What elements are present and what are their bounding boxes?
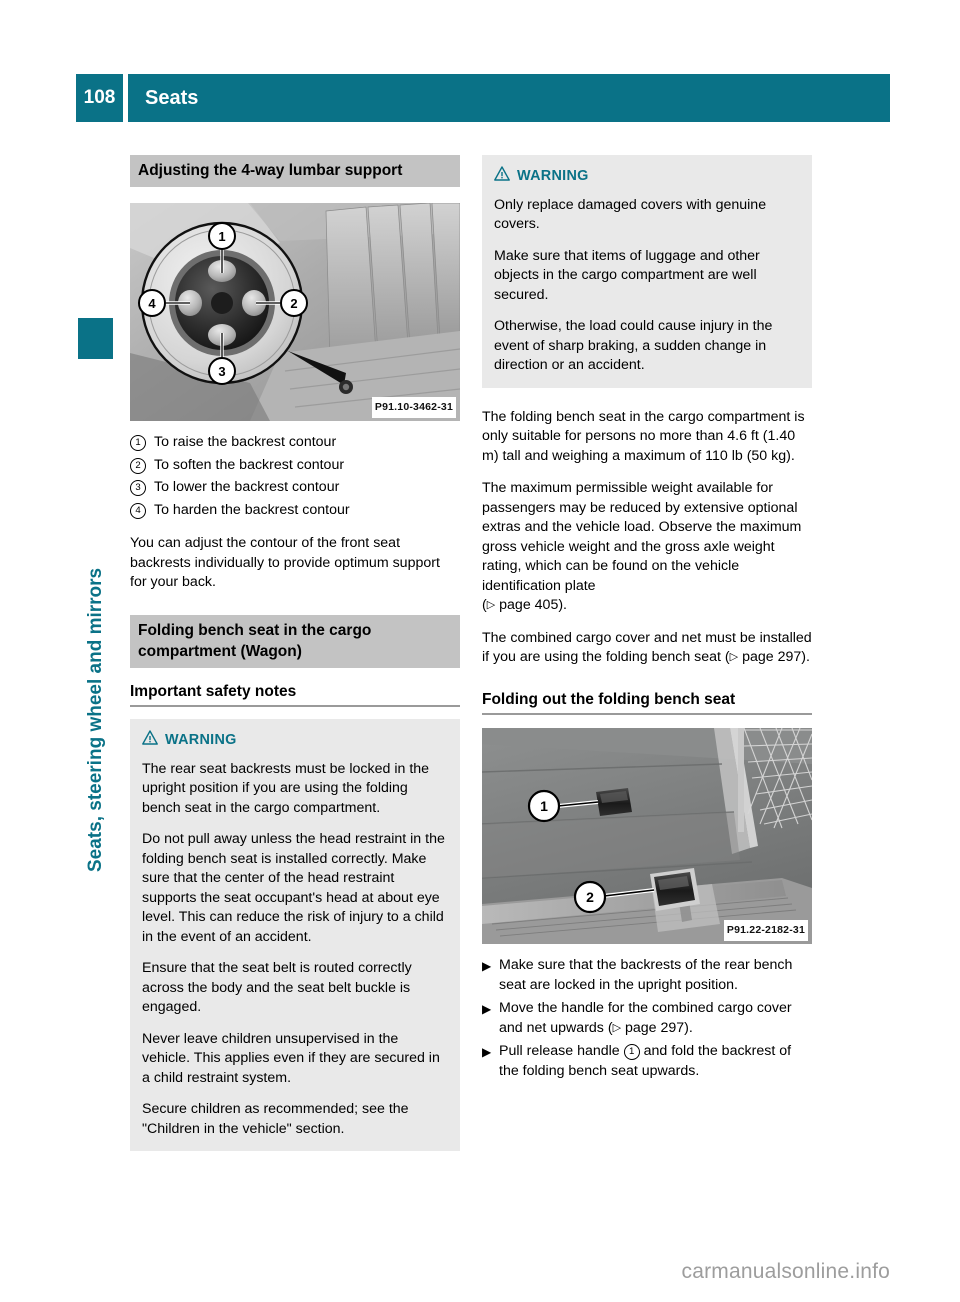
- svg-text:2: 2: [586, 889, 594, 905]
- page-ref-link[interactable]: page 405).: [499, 597, 567, 613]
- warning-title: WARNING: [494, 166, 800, 188]
- step-bullet-icon: ▶: [482, 959, 492, 973]
- left-column: Adjusting the 4-way lumbar support 1 2 3…: [130, 155, 460, 1166]
- page-header: 108 Seats: [76, 74, 890, 122]
- figure-lumbar-support: 1 2 3 4 P91.10-3462-31: [130, 203, 460, 421]
- body-paragraph: The folding bench seat in the cargo comp…: [482, 408, 805, 464]
- callout-number-icon: 1: [623, 1044, 640, 1060]
- instruction-step: ▶ Move the handle for the combined cargo…: [482, 999, 812, 1038]
- page-ref-arrow-icon: ▷: [729, 651, 739, 663]
- step-bullet-icon: ▶: [482, 1002, 492, 1016]
- callout-number-icon: 1: [130, 433, 154, 451]
- body-paragraph-text: The maximum permissible weight available…: [482, 480, 802, 594]
- warning-paragraph: Only replace damaged covers with genuine…: [494, 196, 767, 233]
- instruction-step: ▶ Make sure that the backrests of the re…: [482, 956, 812, 995]
- cargo-compartment-handles-photo: 1 2: [482, 728, 812, 944]
- figure-caption: P91.10-3462-31: [371, 396, 456, 418]
- instruction-step-list: ▶ Make sure that the backrests of the re…: [482, 956, 812, 1081]
- warning-triangle-icon: [142, 730, 158, 752]
- right-column: WARNING Only replace damaged covers with…: [482, 155, 812, 1085]
- warning-triangle-icon: [494, 166, 510, 188]
- instruction-step-text: Move the handle for the combined cargo c…: [499, 999, 812, 1038]
- warning-paragraph: Ensure that the seat belt is routed corr…: [142, 960, 412, 1015]
- subheading-safety-notes: Important safety notes: [130, 682, 460, 707]
- warning-paragraph: The rear seat backrests must be locked i…: [142, 760, 430, 816]
- instruction-step-text: Pull release handle 1 and fold the backr…: [499, 1042, 812, 1081]
- chapter-label: Seats, steering wheel and mirrors: [85, 567, 106, 872]
- warning-box-cargo-covers: WARNING Only replace damaged covers with…: [482, 155, 812, 388]
- figure-caption: P91.22-2182-31: [723, 919, 808, 941]
- instruction-step-text-part: Pull release handle: [499, 1043, 620, 1059]
- step-bullet-icon: ▶: [482, 1045, 492, 1059]
- warning-title: WARNING: [142, 730, 448, 752]
- release-handle-2: [650, 868, 700, 911]
- body-paragraph: The combined cargo cover and net must be…: [482, 629, 812, 668]
- svg-text:4: 4: [148, 296, 156, 311]
- warning-paragraph: Make sure that items of luggage and othe…: [494, 247, 760, 303]
- callout-number-icon: 3: [130, 478, 154, 496]
- page-number: 108: [76, 74, 123, 122]
- figure-cargo-compartment: 1 2 P91.22-2182-31: [482, 728, 812, 944]
- legend-item: 1 To raise the backrest contour: [130, 433, 460, 453]
- legend-item-label: To soften the backrest contour: [154, 456, 345, 473]
- release-handle-1: [596, 788, 632, 816]
- svg-text:2: 2: [290, 296, 297, 311]
- page-ref-arrow-icon: ▷: [486, 599, 496, 611]
- legend-item: 4 To harden the backrest contour: [130, 501, 460, 521]
- legend-item-label: To harden the backrest contour: [154, 501, 350, 518]
- instruction-step-text: Make sure that the backrests of the rear…: [499, 957, 793, 993]
- page-ref-arrow-icon: ▷: [612, 1021, 622, 1034]
- warning-paragraph: Do not pull away unless the head restrai…: [142, 831, 445, 945]
- site-watermark: carmanualsonline.info: [681, 1260, 890, 1283]
- svg-text:3: 3: [218, 364, 225, 379]
- callout-number-icon: 2: [130, 456, 154, 474]
- subheading-folding-out: Folding out the folding bench seat: [482, 690, 812, 715]
- warning-label: WARNING: [165, 732, 237, 748]
- heading-lumbar-support: Adjusting the 4-way lumbar support: [130, 155, 460, 187]
- page-ref-link[interactable]: page 297).: [625, 1020, 693, 1036]
- legend-item: 2 To soften the backrest contour: [130, 456, 460, 476]
- chapter-tab-marker: [78, 318, 113, 359]
- callout-number-icon: 4: [130, 501, 154, 519]
- page-ref-link[interactable]: page 297).: [742, 649, 810, 665]
- legend-list: 1 To raise the backrest contour 2 To sof…: [130, 433, 460, 520]
- legend-item: 3 To lower the backrest contour: [130, 478, 460, 498]
- lumbar-body-text: You can adjust the contour of the front …: [130, 535, 440, 590]
- lumbar-support-switch-photo: 1 2 3 4: [130, 203, 460, 421]
- legend-item-label: To lower the backrest contour: [154, 479, 340, 495]
- svg-text:1: 1: [540, 798, 548, 814]
- heading-folding-bench-seat: Folding bench seat in the cargo compartm…: [130, 614, 460, 668]
- body-paragraph: The maximum permissible weight available…: [482, 479, 812, 616]
- warning-label: WARNING: [517, 168, 589, 184]
- warning-paragraph: Never leave children unsupervised in the…: [142, 1030, 440, 1086]
- instruction-step: ▶ Pull release handle 1 and fold the bac…: [482, 1042, 812, 1081]
- legend-item-label: To raise the backrest contour: [154, 434, 337, 450]
- warning-box-safety-notes: WARNING The rear seat backrests must be …: [130, 719, 460, 1151]
- svg-text:1: 1: [218, 229, 225, 244]
- warning-paragraph: Secure children as recommended; see the …: [142, 1101, 409, 1137]
- page-title: Seats: [128, 74, 890, 122]
- warning-paragraph: Otherwise, the load could cause injury i…: [494, 318, 773, 373]
